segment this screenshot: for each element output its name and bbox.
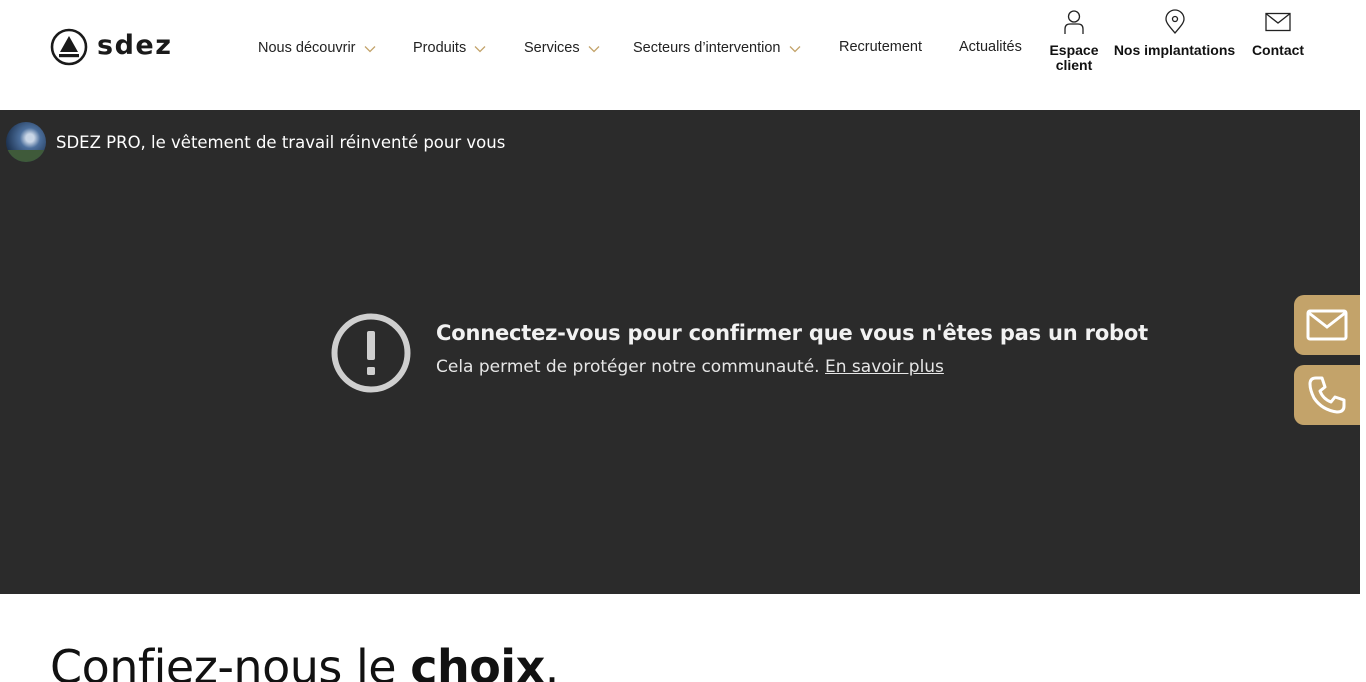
map-pin-icon <box>1164 8 1186 36</box>
user-icon <box>1063 8 1085 36</box>
nos-implantations-label: Nos implantations <box>1113 42 1236 58</box>
robot-check-subtext: Cela permet de protéger notre communauté… <box>436 357 1148 377</box>
nav-label: Produits <box>413 40 467 56</box>
side-phone-button[interactable] <box>1294 365 1360 425</box>
nos-implantations-link[interactable]: Nos implantations <box>1112 8 1237 58</box>
nav-item-services[interactable]: Services <box>524 39 600 57</box>
heading-light: Confiez-nous le <box>50 640 411 682</box>
video-title[interactable]: SDEZ PRO, le vêtement de travail réinven… <box>56 133 505 152</box>
phone-icon <box>1308 376 1346 414</box>
nav-label: Actualités <box>959 39 1022 55</box>
chevron-down-icon <box>588 41 600 57</box>
espace-client-label: Espace client <box>1049 43 1098 73</box>
nav-label: Services <box>524 40 580 56</box>
robot-check-text: Connectez-vous pour confirmer que vous n… <box>436 321 1148 393</box>
contact-link[interactable]: Contact <box>1249 8 1307 58</box>
video-embed: SDEZ PRO, le vêtement de travail réinven… <box>0 110 1360 594</box>
sdez-logo-icon <box>50 28 88 66</box>
mail-icon <box>1265 8 1291 36</box>
nav-item-actualites[interactable]: Actualités <box>959 39 1022 55</box>
robot-check-explanation: Cela permet de protéger notre communauté… <box>436 357 820 377</box>
espace-client-link[interactable]: Espace client <box>1048 8 1100 73</box>
nav-item-produits[interactable]: Produits <box>413 39 486 57</box>
chevron-down-icon <box>789 41 801 57</box>
learn-more-link[interactable]: En savoir plus <box>825 357 944 377</box>
nav-label: Secteurs d’intervention <box>633 40 781 56</box>
nav-item-secteurs[interactable]: Secteurs d’intervention <box>633 39 801 57</box>
espace-client-line1: Espace <box>1049 42 1099 58</box>
nav-item-recrutement[interactable]: Recrutement <box>839 39 922 55</box>
section-heading: Confiez-nous le choix. <box>50 640 559 682</box>
chevron-down-icon <box>364 41 376 57</box>
brand-name: sdez <box>97 30 173 61</box>
contact-label: Contact <box>1251 42 1305 58</box>
heading-end: . <box>544 640 560 682</box>
espace-client-line2: client <box>1055 57 1093 73</box>
heading-bold: choix <box>410 640 545 682</box>
nav-label: Nous découvrir <box>258 40 356 56</box>
channel-avatar[interactable] <box>6 122 46 162</box>
site-header: sdez Nous découvrir Produits Services Se… <box>0 0 1366 110</box>
nav-label: Recrutement <box>839 39 923 55</box>
robot-check-message: Connectez-vous pour confirmer que vous n… <box>331 313 1148 393</box>
chevron-down-icon <box>474 41 486 57</box>
robot-check-heading: Connectez-vous pour confirmer que vous n… <box>436 321 1148 345</box>
exclamation-circle-icon <box>331 313 411 393</box>
side-email-button[interactable] <box>1294 295 1360 355</box>
nav-item-nous-decouvrir[interactable]: Nous découvrir <box>258 39 376 57</box>
mail-icon <box>1306 309 1348 341</box>
sdez-logo[interactable]: sdez <box>50 28 172 66</box>
